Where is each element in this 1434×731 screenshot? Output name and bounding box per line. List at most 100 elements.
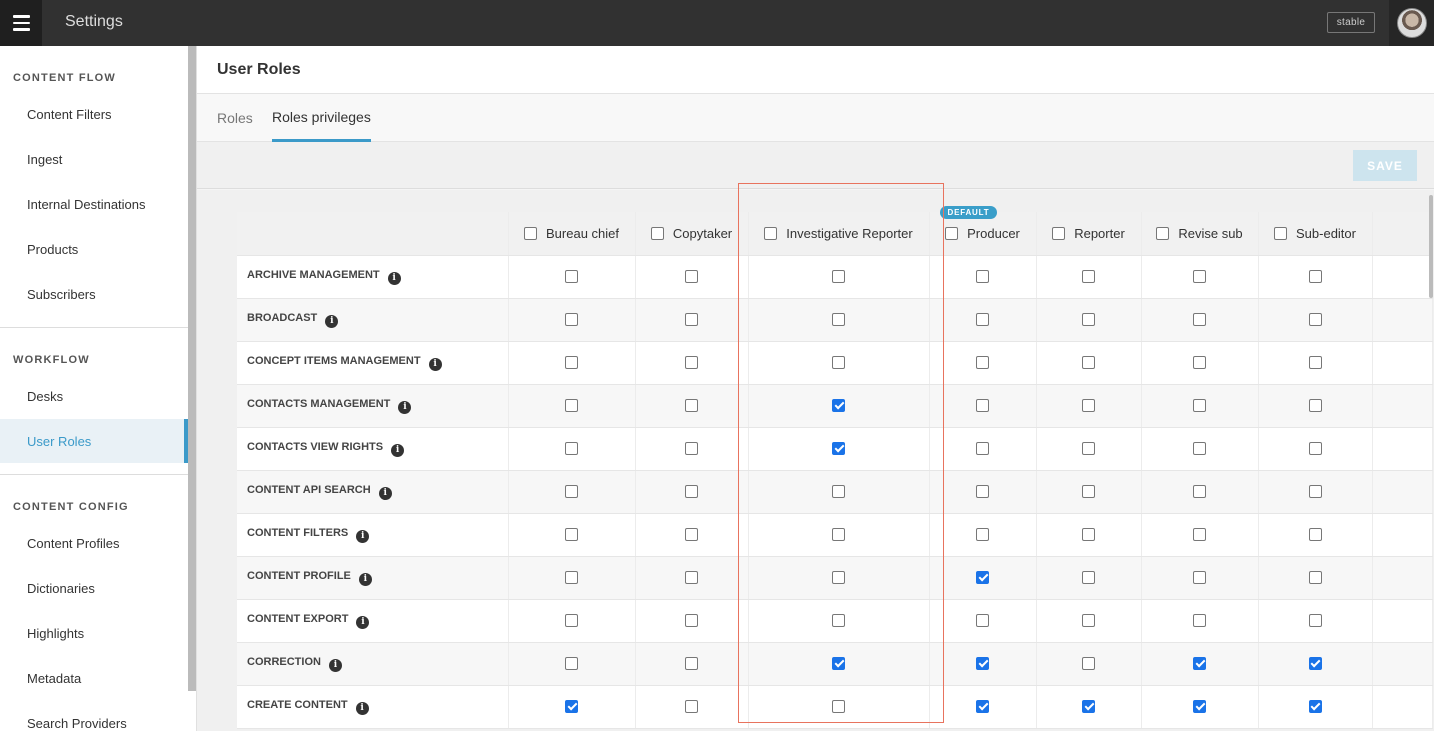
checked-checkbox[interactable] (1082, 699, 1095, 713)
unchecked-checkbox[interactable] (1308, 613, 1322, 627)
unchecked-checkbox[interactable] (976, 441, 989, 455)
checked-checkbox[interactable] (565, 699, 578, 713)
unchecked-checkbox[interactable] (832, 613, 845, 627)
role-select-all-checkbox[interactable] (1052, 226, 1066, 240)
info-icon[interactable]: i (356, 529, 370, 543)
unchecked-checkbox[interactable] (976, 484, 989, 498)
checked-checkbox[interactable] (1193, 656, 1206, 670)
info-icon[interactable]: i (398, 400, 412, 414)
unchecked-checkbox[interactable] (832, 484, 845, 498)
unchecked-checkbox[interactable] (1082, 527, 1095, 541)
sidebar-scrollbar[interactable] (188, 46, 196, 691)
sidebar-item-products[interactable]: Products (0, 227, 188, 271)
checked-checkbox[interactable] (1308, 656, 1322, 670)
unchecked-checkbox[interactable] (685, 269, 698, 283)
role-select-all-checkbox[interactable] (764, 226, 778, 240)
sidebar-item-dictionaries[interactable]: Dictionaries (0, 566, 188, 610)
unchecked-checkbox[interactable] (1308, 355, 1322, 369)
unchecked-checkbox[interactable] (832, 570, 845, 584)
checked-checkbox[interactable] (1193, 699, 1206, 713)
unchecked-checkbox[interactable] (1193, 484, 1206, 498)
role-select-all-checkbox[interactable] (650, 226, 664, 240)
info-icon[interactable]: i (387, 271, 401, 285)
unchecked-checkbox[interactable] (1308, 398, 1322, 412)
role-select-all-checkbox[interactable] (524, 226, 537, 240)
unchecked-checkbox[interactable] (565, 312, 578, 326)
unchecked-checkbox[interactable] (565, 570, 578, 584)
info-icon[interactable]: i (328, 658, 342, 672)
unchecked-checkbox[interactable] (1308, 527, 1322, 541)
table-scrollbar[interactable] (1429, 195, 1433, 298)
unchecked-checkbox[interactable] (565, 441, 578, 455)
unchecked-checkbox[interactable] (685, 355, 698, 369)
unchecked-checkbox[interactable] (685, 699, 698, 713)
tab-roles-privileges[interactable]: Roles privileges (272, 94, 371, 142)
info-icon[interactable]: i (355, 701, 369, 715)
unchecked-checkbox[interactable] (565, 656, 578, 670)
sidebar-item-search-providers[interactable]: Search Providers (0, 701, 188, 731)
unchecked-checkbox[interactable] (1082, 355, 1095, 369)
unchecked-checkbox[interactable] (832, 312, 845, 326)
tab-roles[interactable]: Roles (217, 94, 253, 142)
unchecked-checkbox[interactable] (685, 527, 698, 541)
sidebar-item-desks[interactable]: Desks (0, 374, 188, 418)
sidebar-item-content-profiles[interactable]: Content Profiles (0, 521, 188, 565)
role-select-all-checkbox[interactable] (1274, 226, 1287, 240)
unchecked-checkbox[interactable] (1082, 441, 1095, 455)
info-icon[interactable]: i (391, 443, 405, 457)
unchecked-checkbox[interactable] (1082, 312, 1095, 326)
unchecked-checkbox[interactable] (565, 355, 578, 369)
checked-checkbox[interactable] (832, 441, 845, 455)
unchecked-checkbox[interactable] (1193, 441, 1206, 455)
unchecked-checkbox[interactable] (1082, 656, 1095, 670)
checked-checkbox[interactable] (832, 656, 845, 670)
unchecked-checkbox[interactable] (1308, 269, 1322, 283)
unchecked-checkbox[interactable] (832, 355, 845, 369)
info-icon[interactable]: i (358, 572, 372, 586)
unchecked-checkbox[interactable] (685, 484, 698, 498)
unchecked-checkbox[interactable] (565, 613, 578, 627)
unchecked-checkbox[interactable] (1082, 269, 1095, 283)
unchecked-checkbox[interactable] (1308, 484, 1322, 498)
unchecked-checkbox[interactable] (1193, 312, 1206, 326)
user-menu[interactable] (1389, 0, 1434, 46)
sidebar-item-content-filters[interactable]: Content Filters (0, 92, 188, 136)
unchecked-checkbox[interactable] (685, 570, 698, 584)
checked-checkbox[interactable] (976, 570, 989, 584)
info-icon[interactable]: i (325, 314, 339, 328)
sidebar-item-highlights[interactable]: Highlights (0, 611, 188, 655)
unchecked-checkbox[interactable] (976, 398, 989, 412)
unchecked-checkbox[interactable] (685, 441, 698, 455)
checked-checkbox[interactable] (976, 699, 989, 713)
unchecked-checkbox[interactable] (685, 312, 698, 326)
info-icon[interactable]: i (356, 615, 370, 629)
checked-checkbox[interactable] (976, 656, 989, 670)
unchecked-checkbox[interactable] (685, 613, 698, 627)
unchecked-checkbox[interactable] (565, 398, 578, 412)
info-icon[interactable]: i (428, 357, 442, 371)
avatar[interactable] (1396, 8, 1427, 38)
unchecked-checkbox[interactable] (685, 398, 698, 412)
unchecked-checkbox[interactable] (1308, 441, 1322, 455)
unchecked-checkbox[interactable] (976, 613, 989, 627)
unchecked-checkbox[interactable] (1308, 570, 1322, 584)
sidebar-item-internal-destinations[interactable]: Internal Destinations (0, 182, 188, 226)
sidebar-item-user-roles[interactable]: User Roles (0, 419, 188, 463)
checked-checkbox[interactable] (832, 398, 845, 412)
save-button[interactable]: SAVE (1353, 150, 1417, 181)
sidebar-item-ingest[interactable]: Ingest (0, 137, 188, 181)
unchecked-checkbox[interactable] (565, 484, 578, 498)
sidebar-item-subscribers[interactable]: Subscribers (0, 272, 188, 316)
unchecked-checkbox[interactable] (1308, 312, 1322, 326)
unchecked-checkbox[interactable] (832, 527, 845, 541)
unchecked-checkbox[interactable] (1082, 398, 1095, 412)
unchecked-checkbox[interactable] (976, 312, 989, 326)
unchecked-checkbox[interactable] (1193, 570, 1206, 584)
unchecked-checkbox[interactable] (1193, 355, 1206, 369)
unchecked-checkbox[interactable] (976, 269, 989, 283)
role-select-all-checkbox[interactable] (1156, 226, 1170, 240)
unchecked-checkbox[interactable] (1082, 570, 1095, 584)
hamburger-icon[interactable] (0, 0, 42, 46)
unchecked-checkbox[interactable] (1193, 613, 1206, 627)
unchecked-checkbox[interactable] (1082, 613, 1095, 627)
